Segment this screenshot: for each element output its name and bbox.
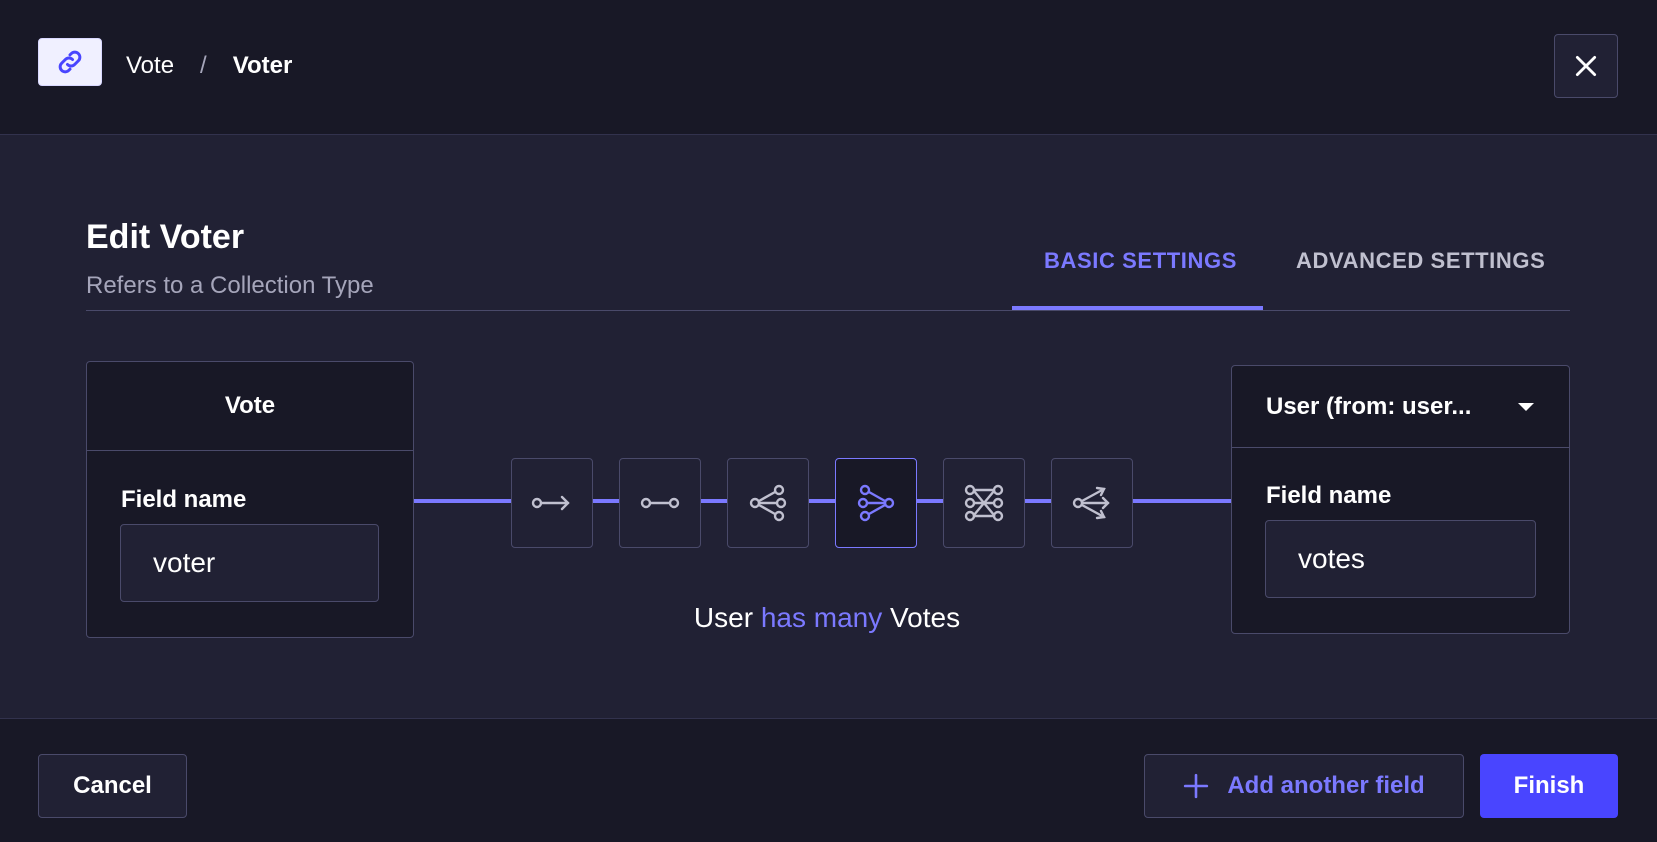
relation-one-to-one-button[interactable]: [619, 458, 701, 548]
many-to-one-icon: [857, 484, 895, 522]
tab-advanced-settings[interactable]: ADVANCED SETTINGS: [1296, 248, 1545, 274]
many-way-icon: [1072, 486, 1110, 520]
relation-connector: [1133, 499, 1231, 503]
page-title: Edit Voter: [86, 218, 245, 256]
close-button[interactable]: [1554, 34, 1618, 98]
relation-many-way-button[interactable]: [1051, 458, 1133, 548]
add-another-field-label: Add another field: [1227, 772, 1425, 799]
tabs-divider: [86, 310, 1570, 311]
breadcrumb-separator: /: [200, 52, 207, 79]
source-field-name-label: Field name: [121, 486, 247, 513]
active-tab-indicator: [1012, 306, 1263, 310]
relation-connector: [1025, 499, 1051, 503]
link-icon: [38, 38, 102, 86]
target-content-type-value: User (from: user...: [1266, 392, 1472, 420]
finish-button[interactable]: Finish: [1480, 754, 1618, 818]
relation-many-to-one-button[interactable]: [835, 458, 917, 548]
cancel-button[interactable]: Cancel: [38, 754, 187, 818]
relation-description: User has many Votes: [493, 602, 1161, 634]
relation-many-to-many-button[interactable]: [943, 458, 1025, 548]
target-field-name-label: Field name: [1266, 482, 1392, 509]
target-content-type-select[interactable]: User (from: user...: [1232, 366, 1569, 448]
one-way-icon: [531, 495, 570, 511]
relation-one-to-many-button[interactable]: [727, 458, 809, 548]
relation-connector: [917, 499, 943, 503]
relation-connector: [593, 499, 619, 503]
page-subtitle: Refers to a Collection Type: [86, 272, 374, 299]
close-icon: [1575, 55, 1597, 77]
caret-down-icon: [1518, 402, 1534, 411]
relation-object: Votes: [890, 602, 961, 633]
tab-basic-settings[interactable]: BASIC SETTINGS: [1044, 248, 1237, 274]
modal-header: Vote / Voter: [0, 0, 1657, 135]
many-to-many-icon: [964, 484, 1004, 522]
relation-one-way-button[interactable]: [511, 458, 593, 548]
breadcrumb: Vote / Voter: [126, 50, 292, 82]
relation-connector: [809, 499, 835, 503]
target-field-name-input[interactable]: [1265, 520, 1536, 598]
modal-footer: Cancel Add another field Finish: [0, 718, 1657, 842]
target-content-type-box: User (from: user... Field name: [1231, 365, 1570, 634]
one-to-many-icon: [749, 484, 787, 522]
relation-subject: User: [693, 602, 754, 633]
breadcrumb-current: Voter: [232, 52, 293, 79]
breadcrumb-parent[interactable]: Vote: [126, 52, 174, 80]
source-field-name-input[interactable]: [120, 524, 379, 602]
source-content-type-name: Vote: [87, 362, 413, 451]
one-to-one-icon: [640, 497, 680, 509]
add-another-field-button[interactable]: Add another field: [1144, 754, 1464, 818]
relation-connector: [701, 499, 727, 503]
source-content-type-box: Vote Field name: [86, 361, 414, 638]
relation-connector: [414, 499, 511, 503]
plus-icon: [1184, 773, 1209, 799]
relation-verb: has many: [760, 602, 883, 633]
